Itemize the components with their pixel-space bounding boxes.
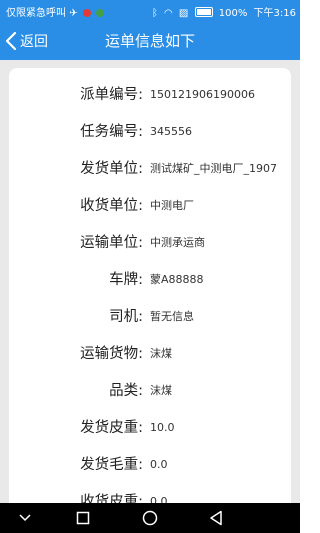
field-row-dispatch-no: 派单编号: 150121906190006 xyxy=(9,83,291,107)
status-left: 仅限紧急呼叫 ✈ xyxy=(6,4,104,19)
field-label: 运输货物: xyxy=(80,346,143,362)
field-value: 345556 xyxy=(150,125,192,138)
back-label: 返回 xyxy=(20,34,48,50)
triangle-back-icon xyxy=(210,510,222,526)
waybill-card: 派单编号: 150121906190006 任务编号: 345556 发货单位:… xyxy=(9,68,291,503)
field-value: 中测承运商 xyxy=(150,236,205,249)
field-row-driver: 司机: 暂无信息 xyxy=(9,305,291,329)
field-value: 测试煤矿_中测电厂_1907 xyxy=(150,162,277,175)
square-icon xyxy=(76,511,90,525)
field-row-shipper: 发货单位: 测试煤矿_中测电厂_1907 xyxy=(9,157,291,181)
back-button[interactable]: 返回 xyxy=(4,22,48,60)
chevron-down-icon xyxy=(19,514,31,522)
status-right: ᛒ ◠ ▨ 100% 下午3:16 xyxy=(149,4,296,19)
field-label: 收货单位: xyxy=(80,198,143,214)
wifi-icon: ◠ xyxy=(164,8,173,19)
field-value: 10.0 xyxy=(150,421,175,434)
field-label: 司机: xyxy=(109,309,143,325)
field-label: 发货皮重: xyxy=(80,420,143,436)
field-label: 任务编号: xyxy=(80,124,143,140)
field-row-receiver: 收货单位: 中测电厂 xyxy=(9,194,291,218)
field-label: 品类: xyxy=(109,383,143,399)
navigation-bar xyxy=(0,503,300,533)
usb-icon: ✈ xyxy=(69,8,78,19)
field-value: 暂无信息 xyxy=(150,310,194,323)
field-value: 150121906190006 xyxy=(150,88,255,101)
field-label: 发货单位: xyxy=(80,161,143,177)
field-label: 收货皮重: xyxy=(80,494,143,503)
field-row-cargo: 运输货物: 沫煤 xyxy=(9,342,291,366)
field-row-receive-tare: 收货皮重: 0.0 xyxy=(9,490,291,503)
sim-icon: ▨ xyxy=(178,8,189,19)
clock-text: 下午3:16 xyxy=(253,8,296,19)
field-label: 运输单位: xyxy=(80,235,143,251)
field-value: 沫煤 xyxy=(150,384,172,397)
field-row-task-no: 任务编号: 345556 xyxy=(9,120,291,144)
field-label: 派单编号: xyxy=(80,87,143,103)
app-notification-icon-2 xyxy=(95,9,104,17)
nav-recent-button[interactable] xyxy=(63,503,103,533)
field-label: 车牌: xyxy=(109,272,143,288)
carrier-text: 仅限紧急呼叫 xyxy=(6,8,66,19)
status-bar: 仅限紧急呼叫 ✈ ᛒ ◠ ▨ 100% 下午3:16 xyxy=(0,0,300,22)
field-row-plate: 车牌: 蒙A88888 xyxy=(9,268,291,292)
battery-text: 100% xyxy=(218,8,248,19)
field-row-carrier: 运输单位: 中测承运商 xyxy=(9,231,291,255)
field-value: 沫煤 xyxy=(150,347,172,360)
field-row-ship-gross: 发货毛重: 0.0 xyxy=(9,453,291,477)
nav-back-button[interactable] xyxy=(196,503,236,533)
field-value: 中测电厂 xyxy=(150,199,194,212)
field-row-category: 品类: 沫煤 xyxy=(9,379,291,403)
field-row-ship-tare: 发货皮重: 10.0 xyxy=(9,416,291,440)
field-value: 0.0 xyxy=(150,458,168,471)
chevron-left-icon xyxy=(5,31,17,51)
field-label: 发货毛重: xyxy=(80,457,143,473)
field-value: 0.0 xyxy=(150,495,168,503)
bluetooth-icon: ᛒ xyxy=(151,8,158,19)
title-bar: 返回 运单信息如下 xyxy=(0,22,300,60)
battery-icon xyxy=(194,7,213,17)
field-value: 蒙A88888 xyxy=(150,273,204,286)
nav-hide-button[interactable] xyxy=(5,503,45,533)
content-area[interactable]: 派单编号: 150121906190006 任务编号: 345556 发货单位:… xyxy=(0,60,300,503)
nav-home-button[interactable] xyxy=(130,503,170,533)
app-notification-icon xyxy=(82,9,91,17)
circle-icon xyxy=(142,510,158,526)
